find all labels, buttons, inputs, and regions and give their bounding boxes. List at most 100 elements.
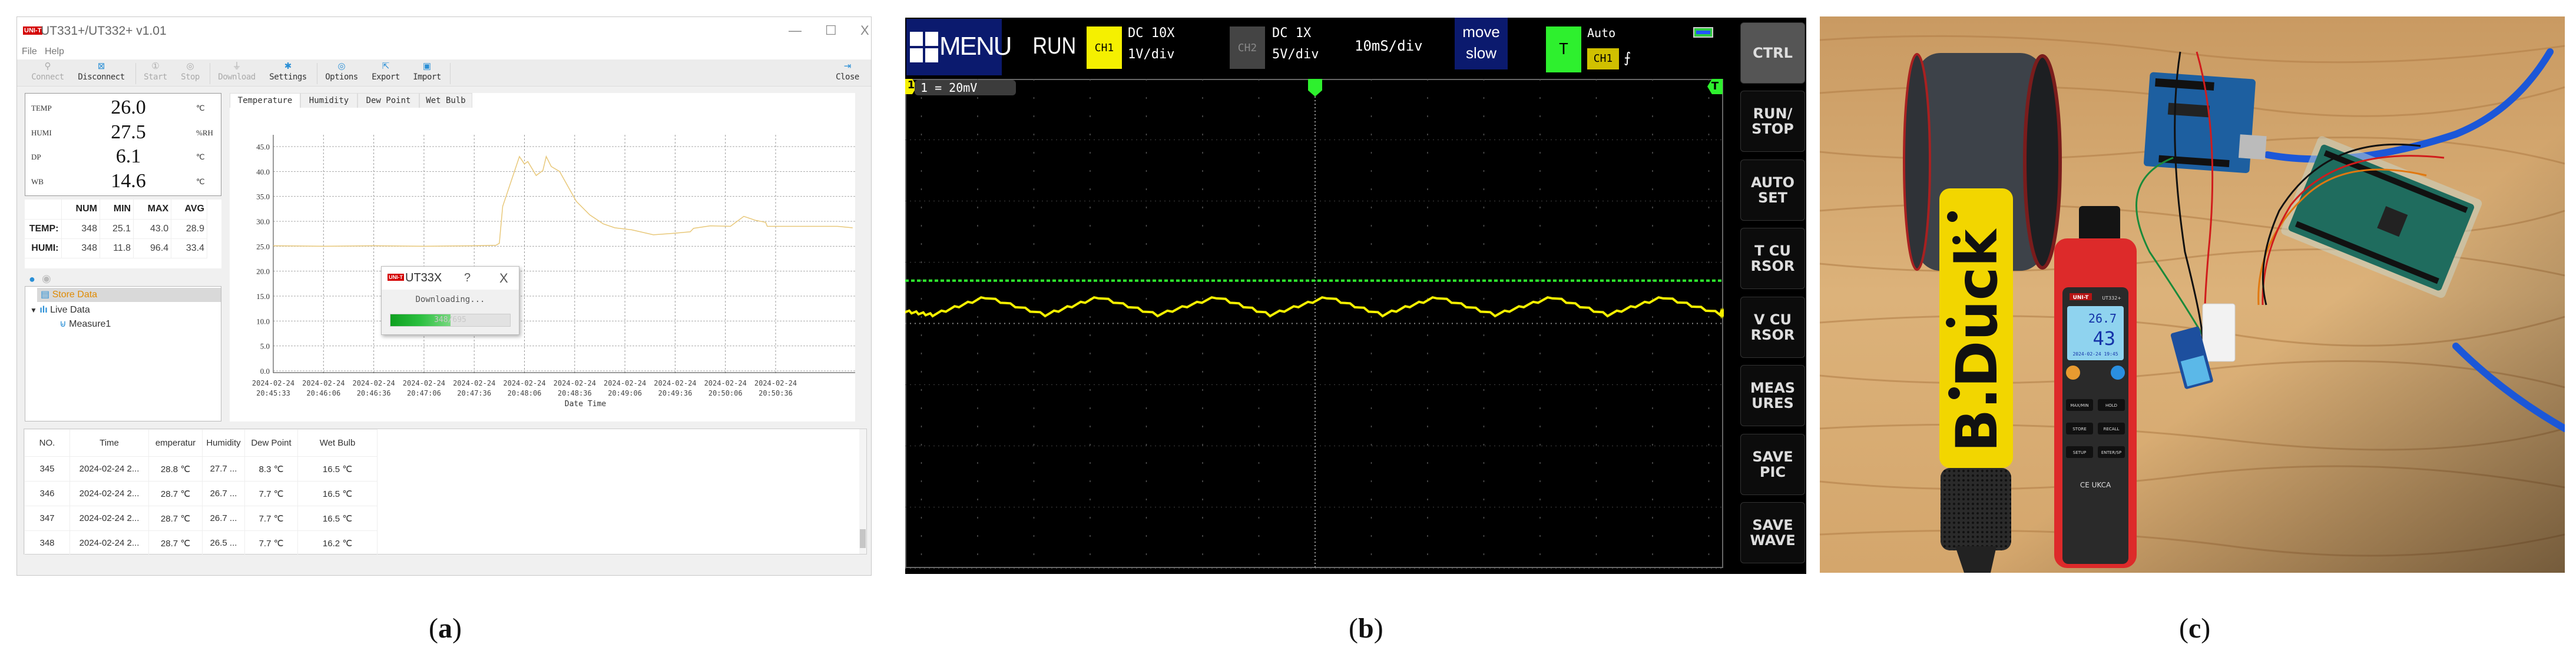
minimize-button[interactable]: — [789,23,802,38]
menu-button[interactable]: MENU [906,19,1012,75]
trigger-source: CH1 [1587,48,1619,69]
v-cursor-button[interactable]: V CU RSOR [1740,297,1805,358]
run-state[interactable]: RUN [1033,33,1077,59]
save-pic-button[interactable]: SAVE PIC [1740,434,1805,495]
tab-temperature[interactable]: Temperature [230,93,300,108]
stats-cell: HUMI: [25,238,62,258]
import-button[interactable]: ▣ Import [400,61,453,82]
stop-button[interactable]: ◎ Stop [164,61,217,82]
dialog-message: Downloading... [415,295,485,304]
progress-text: 348/695 [434,316,466,324]
x-tick-label-time: 20:47:36 [457,389,491,397]
column-header[interactable]: emperatur [148,429,203,457]
menu-label: MENU [939,32,1012,61]
column-header[interactable]: Time [69,429,149,457]
stats-header: NUM [61,200,100,220]
stats-cell: TEMP: [25,219,62,239]
tree-item-live-data[interactable]: ▼ ılı Live Data [30,303,90,317]
tab-humidity[interactable]: Humidity [300,93,357,108]
table-row[interactable]: 347 2024-02-24 2... 28.7 ℃ 26.7 ... 7.7 ℃ 16.… [24,506,378,531]
ch1-button[interactable]: CH1 [1087,26,1122,69]
connect-button[interactable]: ⚲ Connect [21,61,74,82]
records-table: NO. Time emperatur Humidity Dew Point We… [24,429,867,556]
meter-model: UT332+ [2102,296,2121,301]
measures-button[interactable]: MEAS URES [1740,365,1805,426]
auto-set-button[interactable]: AUTO SET [1740,160,1805,221]
table-cell: 26.7 ... [202,506,245,531]
help-button[interactable]: ? [464,271,471,285]
table-cell: 2024-02-24 2... [69,530,149,556]
readout-humi: HUMI 27.5 %RH [25,121,222,146]
caption-a: (a) [429,613,462,644]
download-button[interactable]: ⏚ Download [210,61,263,82]
import-label: Import [413,72,441,82]
stop-label: Stop [181,72,200,82]
stats-row-temp: TEMP: 348 25.1 43.0 28.9 [25,219,207,239]
x-tick-label-time: 20:48:06 [508,389,542,397]
dialog-title: UT33X [405,271,442,284]
t-cursor-button[interactable]: T CU RSOR [1740,228,1805,289]
close-button[interactable]: ⇥ Close [821,61,871,82]
y-tick-label: 20.0 [256,267,270,276]
meter-humidity: 26.7 [2088,311,2117,326]
storage-icon: ▤ [41,290,50,300]
dialog-close-button[interactable]: X [499,271,508,286]
x-tick-label-time: 20:48:36 [558,389,592,397]
x-tick-label-date: 2024-02-24 [754,379,797,387]
meter-temperature: 43 [2092,327,2115,350]
location-pin-icon[interactable]: ● [29,273,35,285]
download-label: Download [218,72,256,82]
tools-icon: ✱ [284,61,292,71]
tab-dew-point[interactable]: Dew Point [357,93,419,108]
table-row[interactable]: 348 2024-02-24 2... 28.7 ℃ 26.5 ... 7.7 ℃ 16.… [24,530,378,556]
close-window-button[interactable]: X [860,23,869,38]
readout-unit: %RH [196,128,213,137]
scrollbar-thumb[interactable] [860,529,866,548]
vertical-scrollbar[interactable] [859,429,866,554]
statistics-table: NUM MIN MAX AVG TEMP: 348 25.1 43.0 28.9… [25,200,221,268]
column-header[interactable]: Wet Bulb [297,429,378,457]
scope-graticule [905,79,1724,569]
menu-file[interactable]: File [22,47,37,57]
x-tick-label-date: 2024-02-24 [252,379,294,387]
save-wave-button[interactable]: SAVE WAVE [1740,502,1805,563]
rising-edge-icon: ⨍ [1624,49,1631,66]
y-tick-label: 15.0 [256,292,270,301]
trigger-button[interactable]: T [1546,26,1581,72]
timebase[interactable]: 10mS/div [1355,38,1423,54]
column-header[interactable]: NO. [24,429,70,457]
records-header-row: NO. Time emperatur Humidity Dew Point We… [24,429,378,457]
tree-item-measure1[interactable]: ⊌ Measure1 [59,317,111,331]
run-stop-button[interactable]: RUN/ STOP [1740,91,1805,152]
stats-cell: 43.0 [133,219,172,239]
settings-button[interactable]: ✱ Settings [261,61,314,82]
tree-item-label: Measure1 [69,319,111,329]
menu-help[interactable]: Help [45,47,64,57]
device-icon[interactable]: ◉ [42,273,51,285]
y-tick-label: 40.0 [256,167,270,176]
move-slow-button[interactable]: move slow [1455,18,1508,69]
ch2-button[interactable]: CH2 [1230,26,1265,69]
readout-wb: WB 14.6 ℃ [25,170,222,195]
x-axis-title: Date Time [565,400,607,409]
column-header[interactable]: Humidity [202,429,245,457]
x-tick-label-time: 20:46:36 [357,389,391,397]
dialog-title-bar: UNI-T UT33X ? X [382,267,519,290]
title-bar: UNI-T UT331+/UT332+ v1.01 — ☐ X [17,17,871,45]
x-tick-label-time: 20:50:36 [759,389,793,397]
readout-value: 27.5 [111,121,146,143]
live-readout: TEMP 26.0 ℃ HUMI 27.5 %RH DP 6.1 ℃ WB 14.6 ℃ [25,93,221,196]
table-row[interactable]: 345 2024-02-24 2... 28.8 ℃ 27.7 ... 8.3 ℃ 16.… [24,456,378,482]
column-header[interactable]: Dew Point [244,429,298,457]
table-cell: 16.2 ℃ [297,530,378,556]
tree-item-store-data[interactable]: ▤ Store Data [37,288,221,302]
y-tick-label: 5.0 [260,342,270,351]
table-cell: 2024-02-24 2... [69,456,149,482]
disconnect-button[interactable]: ⊠ Disconnect [75,61,128,82]
tab-wet-bulb[interactable]: Wet Bulb [419,93,472,108]
maximize-button[interactable]: ☐ [825,23,837,38]
ut33x-app-window: UNI-T UT331+/UT332+ v1.01 — ☐ X File Hel… [16,16,872,576]
ctrl-button[interactable]: CTRL [1740,22,1805,84]
chevron-down-icon[interactable]: ▼ [30,306,37,314]
table-row[interactable]: 346 2024-02-24 2... 28.7 ℃ 26.7 ... 7.7 ℃ 16.… [24,481,378,506]
